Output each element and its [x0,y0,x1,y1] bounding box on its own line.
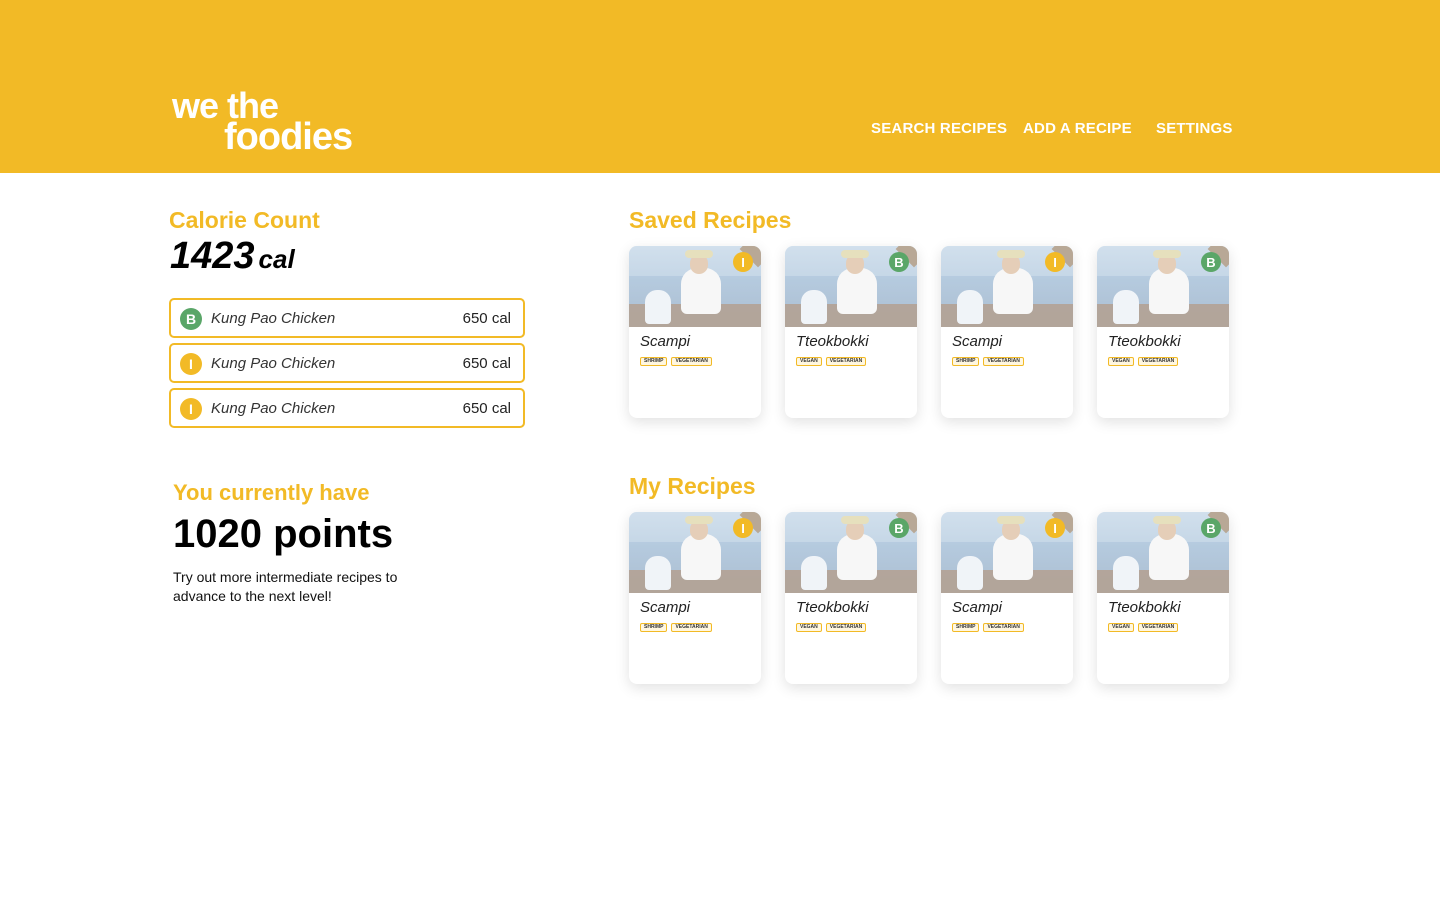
beginner-badge: B [180,308,202,330]
intermediate-badge: I [180,398,202,420]
recipe-card[interactable]: B Tteokbokki VEGAN VEGETARIAN [1097,246,1229,418]
recipe-card[interactable]: I Scampi SHRIMP VEGETARIAN [941,246,1073,418]
recipe-tag: VEGAN [796,357,822,366]
recipe-tags: SHRIMP VEGETARIAN [640,357,712,366]
recipe-tags: VEGAN VEGETARIAN [1108,357,1179,366]
recipe-card[interactable]: B Tteokbokki VEGAN VEGETARIAN [1097,512,1229,684]
recipe-tag: VEGETARIAN [671,357,712,366]
beginner-badge: B [889,252,909,272]
calorie-total-value: 1423 [170,235,255,277]
beginner-badge: B [1201,252,1221,272]
nav-search-recipes[interactable]: SEARCH RECIPES [871,120,1007,137]
intermediate-badge: I [1045,518,1065,538]
recipe-tags: SHRIMP VEGETARIAN [952,357,1024,366]
recipe-tag: SHRIMP [640,623,668,632]
intermediate-badge: I [180,353,202,375]
recipe-tag: VEGETARIAN [825,357,867,366]
recipe-title: Tteokbokki [1108,333,1181,350]
recipe-card[interactable]: B Tteokbokki VEGAN VEGETARIAN [785,246,917,418]
recipe-title: Scampi [640,333,691,350]
logo[interactable]: we the foodies [172,86,372,159]
recipe-tag: SHRIMP [952,357,980,366]
recipe-tags: VEGAN VEGETARIAN [1108,623,1179,632]
logo-line-2: foodies [224,116,353,158]
recipe-title: Tteokbokki [796,333,869,350]
recipe-title: Scampi [640,599,691,616]
meal-name: Kung Pao Chicken [211,400,336,417]
recipe-tag: VEGAN [1108,357,1134,366]
recipe-card[interactable]: B Tteokbokki VEGAN VEGETARIAN [785,512,917,684]
recipe-tag: VEGETARIAN [983,623,1024,632]
recipe-tag: VEGAN [1108,623,1134,632]
calorie-count-title: Calorie Count [169,207,320,233]
beginner-badge: B [1201,518,1221,538]
recipe-tag: SHRIMP [952,623,980,632]
beginner-badge: B [889,518,909,538]
recipe-tag: VEGETARIAN [983,357,1024,366]
recipe-title: Tteokbokki [796,599,869,616]
recipe-tags: VEGAN VEGETARIAN [796,357,867,366]
recipe-tag: SHRIMP [640,357,668,366]
recipe-tag: VEGETARIAN [671,623,712,632]
recipe-tag: VEGETARIAN [1137,623,1179,632]
recipe-title: Scampi [952,333,1003,350]
saved-recipes-title: Saved Recipes [629,207,792,233]
recipe-tags: SHRIMP VEGETARIAN [640,623,712,632]
intermediate-badge: I [1045,252,1065,272]
recipe-tag: VEGETARIAN [1137,357,1179,366]
points-label: You currently have [173,480,370,505]
recipe-tag: VEGAN [796,623,822,632]
recipe-title: Scampi [952,599,1003,616]
meal-calories: 650 cal [462,355,511,372]
meal-item[interactable]: I Kung Pao Chicken 650 cal [169,388,525,428]
recipe-card[interactable]: I Scampi SHRIMP VEGETARIAN [629,246,761,418]
recipe-tags: SHRIMP VEGETARIAN [952,623,1024,632]
calorie-total: 1423 cal [170,235,295,278]
points-value: 1020 points [173,512,394,556]
meal-name: Kung Pao Chicken [211,310,336,327]
meal-calories: 650 cal [462,400,511,417]
meal-item[interactable]: B Kung Pao Chicken 650 cal [169,298,525,338]
meal-item[interactable]: I Kung Pao Chicken 650 cal [169,343,525,383]
intermediate-badge: I [733,518,753,538]
recipe-card[interactable]: I Scampi SHRIMP VEGETARIAN [941,512,1073,684]
meal-calories: 650 cal [462,310,511,327]
points-message: Try out more intermediate recipes to adv… [173,569,398,604]
meal-name: Kung Pao Chicken [211,355,336,372]
recipe-tags: VEGAN VEGETARIAN [796,623,867,632]
my-recipes-title: My Recipes [629,473,756,499]
nav-add-recipe[interactable]: ADD A RECIPE [1023,120,1132,137]
nav-settings[interactable]: SETTINGS [1156,120,1233,137]
intermediate-badge: I [733,252,753,272]
calorie-total-unit: cal [258,244,295,274]
recipe-title: Tteokbokki [1108,599,1181,616]
recipe-card[interactable]: I Scampi SHRIMP VEGETARIAN [629,512,761,684]
recipe-tag: VEGETARIAN [825,623,867,632]
